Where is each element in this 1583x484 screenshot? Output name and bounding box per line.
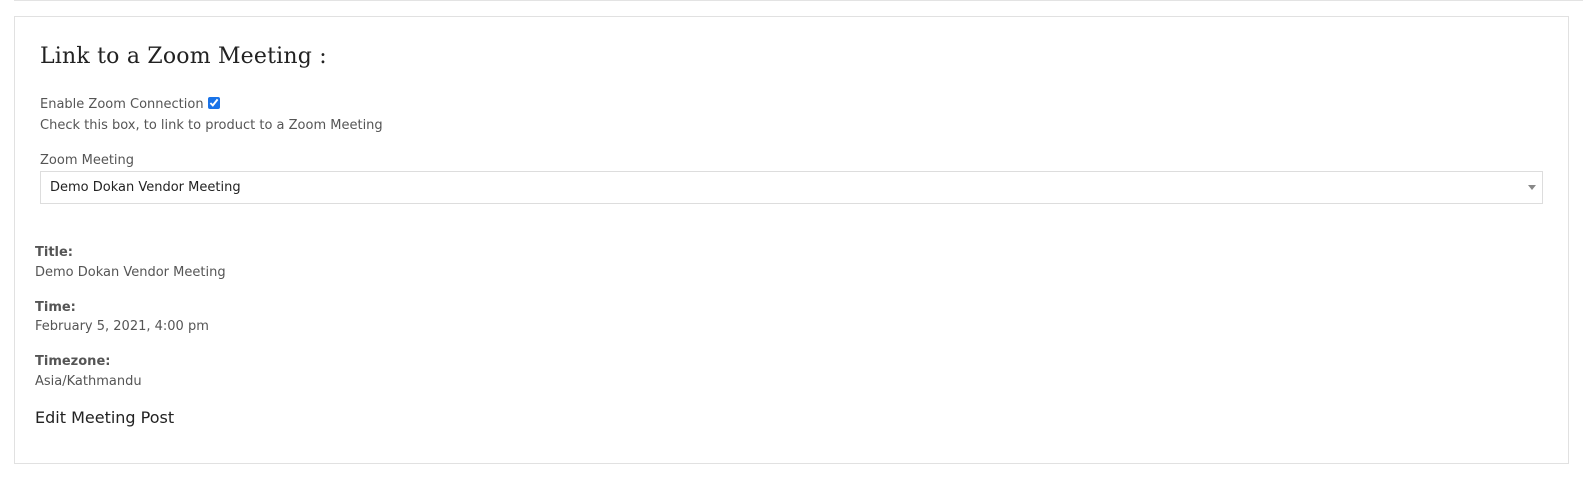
timezone-value: Asia/Kathmandu: [35, 374, 142, 389]
title-value: Demo Dokan Vendor Meeting: [35, 265, 226, 280]
timezone-label: Timezone:: [35, 354, 111, 369]
enable-zoom-hint: Check this box, to link to product to a …: [40, 118, 383, 133]
section-heading: Link to a Zoom Meeting :: [40, 44, 327, 69]
title-label: Title:: [35, 245, 74, 260]
zoom-meeting-panel: Link to a Zoom Meeting : Enable Zoom Con…: [14, 16, 1569, 464]
enable-zoom-checkbox[interactable]: [207, 96, 220, 109]
zoom-meeting-select[interactable]: Demo Dokan Vendor Meeting: [40, 171, 1543, 204]
time-value: February 5, 2021, 4:00 pm: [35, 319, 209, 334]
time-label: Time:: [35, 300, 76, 315]
zoom-meeting-selected-value: Demo Dokan Vendor Meeting: [50, 180, 241, 195]
zoom-meeting-label: Zoom Meeting: [40, 153, 135, 168]
chevron-down-icon: [1528, 185, 1536, 190]
enable-zoom-label: Enable Zoom Connection: [40, 97, 204, 112]
enable-zoom-row: Enable Zoom Connection: [40, 96, 220, 112]
edit-meeting-post-link[interactable]: Edit Meeting Post: [35, 408, 174, 427]
top-divider: [14, 0, 1583, 1]
